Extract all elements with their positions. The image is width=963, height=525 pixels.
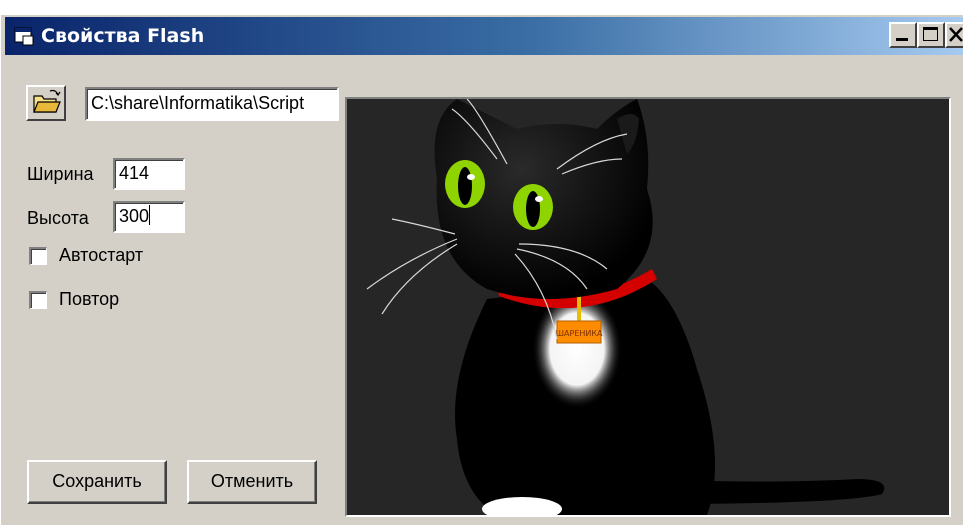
window-controls bbox=[889, 22, 963, 50]
open-folder-icon bbox=[33, 89, 61, 113]
height-value: 300 bbox=[119, 206, 150, 226]
width-label: Ширина bbox=[27, 164, 94, 184]
width-value: 414 bbox=[119, 163, 150, 183]
width-field[interactable]: 414 bbox=[113, 158, 185, 190]
flash-preview: ШАРЕНИКА bbox=[345, 97, 951, 517]
window-title: Свойства Flash bbox=[41, 25, 205, 47]
height-field[interactable]: 300 bbox=[113, 201, 185, 233]
minimize-icon bbox=[896, 38, 908, 41]
cancel-button[interactable]: Отменить bbox=[187, 460, 317, 504]
app-window-icon bbox=[13, 25, 35, 47]
title-bar[interactable]: Свойства Flash bbox=[5, 17, 963, 55]
maximize-icon bbox=[923, 27, 938, 41]
height-label: Высота bbox=[27, 208, 89, 228]
open-file-button[interactable] bbox=[26, 85, 66, 121]
close-icon bbox=[949, 27, 963, 42]
file-path-field[interactable]: C:\share\Informatika\Script bbox=[85, 87, 339, 121]
window-right-edge bbox=[953, 55, 963, 525]
minimize-button[interactable] bbox=[889, 22, 917, 48]
autostart-checkbox[interactable] bbox=[29, 247, 47, 265]
repeat-checkbox[interactable] bbox=[29, 291, 47, 309]
save-button[interactable]: Сохранить bbox=[27, 460, 167, 504]
autostart-label[interactable]: Автостарт bbox=[59, 244, 143, 266]
collar-tag-text: ШАРЕНИКА bbox=[555, 329, 603, 338]
close-button[interactable] bbox=[945, 22, 963, 48]
repeat-label[interactable]: Повтор bbox=[59, 288, 119, 310]
flash-properties-window: Свойства Flash C:\share\Informatika\Scri… bbox=[0, 14, 963, 525]
maximize-button[interactable] bbox=[917, 22, 945, 48]
black-cat-image: ШАРЕНИКА bbox=[347, 99, 949, 515]
text-caret bbox=[149, 205, 151, 225]
